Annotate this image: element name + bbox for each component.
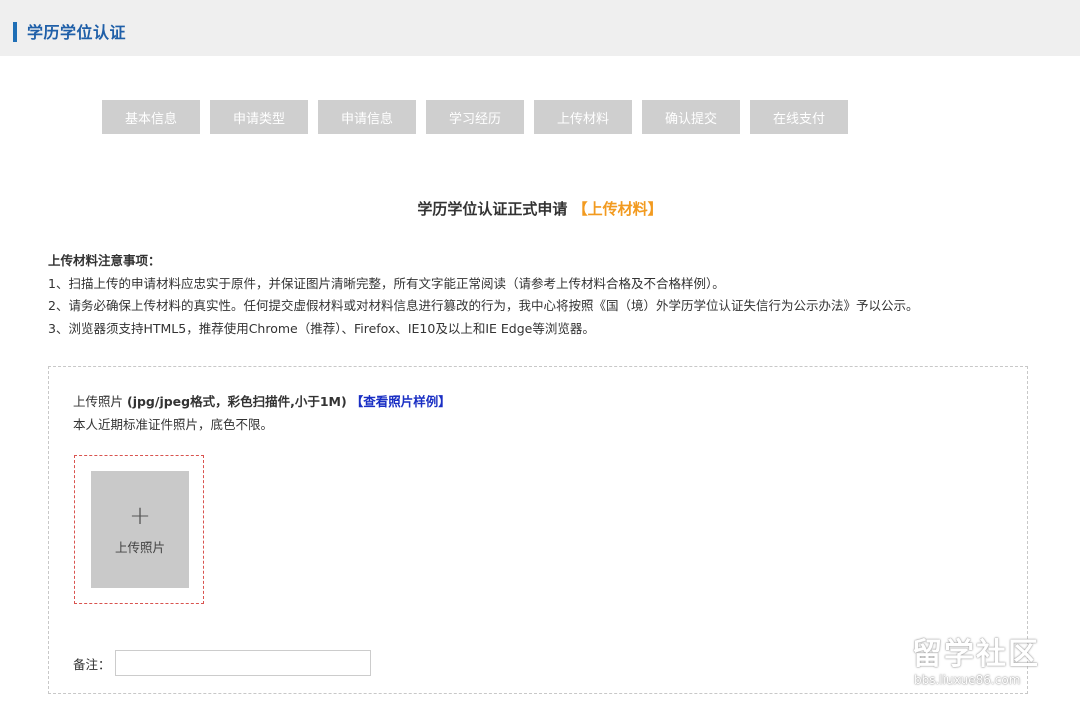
step-online-payment[interactable]: 在线支付: [750, 100, 848, 134]
upload-notes: 上传材料注意事项： 1、扫描上传的申请材料应忠实于原件，并保证图片清晰完整，所有…: [48, 250, 1048, 340]
step-application-type[interactable]: 申请类型: [210, 100, 308, 134]
step-confirm-submit[interactable]: 确认提交: [642, 100, 740, 134]
note-item: 1、扫描上传的申请材料应忠实于原件，并保证图片清晰完整，所有文字能正常阅读（请参…: [48, 275, 725, 291]
photo-format-hint: (jpg/jpeg格式，彩色扫描件,小于1M): [126, 394, 347, 409]
photo-label-prefix: 上传照片: [73, 394, 127, 409]
upload-photo-label: 上传照片: [114, 540, 165, 555]
photo-upload-label: 上传照片 (jpg/jpeg格式，彩色扫描件,小于1M) 【查看照片样例】: [73, 391, 451, 410]
photo-upload-section: 上传照片 (jpg/jpeg格式，彩色扫描件,小于1M) 【查看照片样例】 本人…: [48, 366, 1028, 694]
notes-heading: 上传材料注意事项：: [48, 253, 161, 268]
photo-upload-subtitle: 本人近期标准证件照片，底色不限。: [73, 417, 274, 432]
watermark-url: bbs.liuxue86.com: [914, 673, 1021, 687]
note-item: 3、浏览器须支持HTML5，推荐使用Chrome（推荐）、Firefox、IE1…: [48, 320, 595, 336]
step-basic-info[interactable]: 基本信息: [102, 100, 200, 134]
top-header: 学历学位认证: [0, 0, 1080, 56]
remark-label: 备注：: [73, 656, 111, 672]
page-title: 学历学位认证: [27, 23, 127, 42]
header-accent-bar: [13, 22, 17, 42]
step-application-info[interactable]: 申请信息: [318, 100, 416, 134]
view-photo-sample-link[interactable]: 【查看照片样例】: [351, 394, 451, 409]
watermark-logo-text: 留学社区: [912, 637, 1040, 672]
upload-photo-button[interactable]: + 上传照片: [91, 471, 189, 588]
site-watermark: 留学社区 bbs.liuxue86.com: [912, 637, 1040, 687]
step-navigation: 基本信息 申请类型 申请信息 学习经历 上传材料 确认提交 在线支付: [102, 100, 848, 134]
form-title-text: 学历学位认证正式申请: [417, 200, 568, 218]
photo-dropzone: + 上传照片: [74, 455, 204, 604]
step-upload-materials[interactable]: 上传材料: [534, 100, 632, 134]
step-education-history[interactable]: 学习经历: [426, 100, 524, 134]
remark-input[interactable]: [114, 650, 371, 676]
note-item: 2、请务必确保上传材料的真实性。任何提交虚假材料或对材料信息进行篡改的行为，我中…: [48, 298, 919, 313]
form-title-highlight: 【上传材料】: [572, 200, 663, 218]
form-title: 学历学位认证正式申请 【上传材料】: [0, 198, 1080, 219]
remark-row: 备注：: [73, 650, 371, 676]
plus-icon: +: [129, 501, 151, 531]
